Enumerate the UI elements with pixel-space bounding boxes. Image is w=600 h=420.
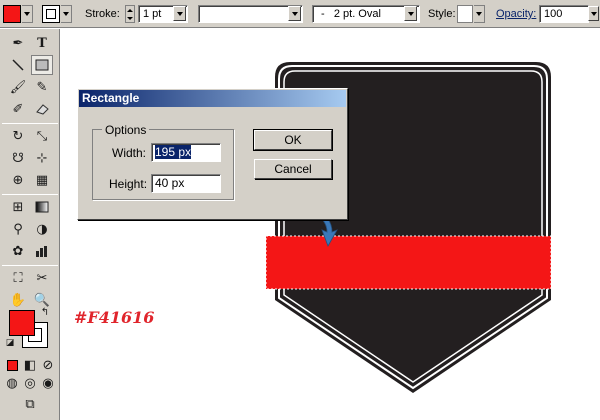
stroke-dropdown-button[interactable] <box>61 5 72 23</box>
tools-panel: ✒ T 🖌 ✎ ✐ ↻ ⤡ ☋ ⊹ ⊕ ▦ ⊞ ⚲ ◑ ✿ ⛶ ✂ ✋ 🔍 ↰ … <box>0 29 60 420</box>
stroke-weight-stepper[interactable] <box>125 5 135 23</box>
perspective-grid-icon[interactable]: ▦ <box>31 170 53 190</box>
slice-tool-icon[interactable]: ✂ <box>31 268 53 288</box>
mesh-tool-icon[interactable]: ⊞ <box>7 197 29 217</box>
tools-divider <box>2 265 58 266</box>
brush-definition-dropdown[interactable] <box>404 6 417 21</box>
stroke-color-swatch[interactable] <box>42 5 60 23</box>
gradient-glyph <box>35 201 49 213</box>
fill-color-swatch[interactable] <box>3 5 21 23</box>
pencil-tool-icon[interactable]: ✎ <box>31 77 53 97</box>
brush-select-dropdown[interactable] <box>288 6 301 21</box>
fill-dropdown-button[interactable] <box>22 5 33 23</box>
style-label: Style: <box>428 8 456 20</box>
width-value: 195 px <box>155 145 192 159</box>
width-field[interactable]: 195 px <box>151 143 221 162</box>
type-tool-icon[interactable]: T <box>31 33 53 53</box>
graphic-style-dropdown[interactable] <box>474 5 485 23</box>
tools-divider <box>2 123 58 124</box>
gradient-mode-icon[interactable]: ◧ <box>22 357 38 373</box>
height-value: 40 px <box>155 176 185 190</box>
none-mode-icon[interactable]: ⊘ <box>40 357 56 373</box>
width-label: Width: <box>112 146 147 160</box>
stroke-weight-value: 1 pt <box>143 8 162 20</box>
warp-tool-icon[interactable]: ☋ <box>7 148 29 168</box>
blend-tool-icon[interactable]: ◑ <box>31 219 53 239</box>
brush-definition-value: 2 pt. Oval <box>333 8 381 20</box>
opacity-dropdown[interactable] <box>588 6 599 21</box>
options-group-label: Options <box>102 123 150 137</box>
opacity-label: Opacity: <box>496 8 537 20</box>
cancel-button[interactable]: Cancel <box>254 159 332 179</box>
brush-definition-prefix: - <box>321 8 325 20</box>
height-label: Height: <box>109 177 148 191</box>
paintbrush-tool-icon[interactable]: 🖌 <box>7 77 29 97</box>
rectangle-glyph <box>35 59 49 71</box>
stroke-weight-dropdown[interactable] <box>173 6 186 21</box>
color-mode-icon[interactable] <box>4 357 20 373</box>
tools-divider <box>2 194 58 195</box>
graphic-style-swatch[interactable] <box>457 5 473 23</box>
opacity-field[interactable]: 100 <box>539 5 589 23</box>
symbol-sprayer-icon[interactable]: ✿ <box>7 241 29 261</box>
eyedropper-icon[interactable]: ⚲ <box>7 219 29 239</box>
dialog-title[interactable]: Rectangle <box>79 90 346 107</box>
line-glyph <box>12 59 24 71</box>
rectangle-tool-icon[interactable] <box>31 55 53 75</box>
hand-tool-icon[interactable]: ✋ <box>7 290 29 310</box>
pen-tool-icon[interactable]: ✒ <box>7 33 29 53</box>
artboard-tool-icon[interactable]: ⛶ <box>7 268 29 288</box>
screen-mode-icon[interactable]: ⧉ <box>18 395 42 413</box>
graph-tool-icon[interactable] <box>31 241 53 261</box>
color-mode-swatch <box>6 359 18 371</box>
ok-button[interactable]: OK <box>253 129 333 151</box>
draw-inside-icon[interactable]: ◉ <box>40 375 56 391</box>
rectangle-dialog: Rectangle Options Width: 195 px Height: … <box>77 88 348 220</box>
swap-colors-icon[interactable]: ↰ <box>38 305 52 319</box>
draw-normal-icon[interactable]: ◍ <box>4 375 20 391</box>
blob-brush-icon[interactable]: ✐ <box>7 99 29 119</box>
rotate-tool-icon[interactable]: ↻ <box>7 126 29 146</box>
control-bar: Stroke: 1 pt - 2 pt. Oval Style: Opacity… <box>0 0 600 28</box>
hex-color-annotation: #F41616 <box>74 308 155 327</box>
shape-builder-icon[interactable]: ⊕ <box>7 170 29 190</box>
scale-tool-icon[interactable]: ⤡ <box>31 126 53 146</box>
gradient-tool-icon[interactable] <box>31 197 53 217</box>
draw-behind-icon[interactable]: ◎ <box>22 375 38 391</box>
free-transform-icon[interactable]: ⊹ <box>31 148 53 168</box>
height-field[interactable]: 40 px <box>151 174 221 193</box>
eraser-glyph <box>36 104 49 115</box>
red-band-rectangle <box>265 235 552 290</box>
fill-color-box[interactable] <box>9 310 35 336</box>
default-colors-icon[interactable]: ◪ <box>4 337 16 349</box>
line-tool-icon[interactable] <box>7 55 29 75</box>
opacity-value: 100 <box>544 8 563 20</box>
stroke-label: Stroke: <box>85 8 120 20</box>
graph-glyph <box>36 246 47 257</box>
eraser-icon[interactable] <box>31 99 53 119</box>
